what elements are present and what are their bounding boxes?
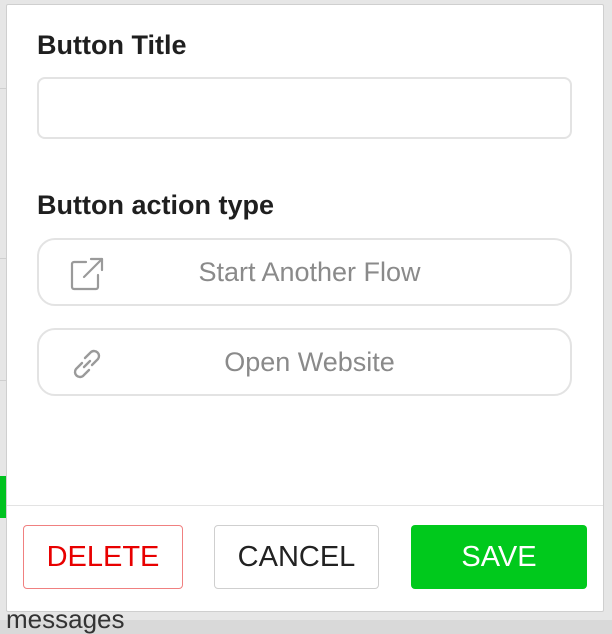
cancel-button[interactable]: CANCEL xyxy=(214,525,379,589)
delete-button[interactable]: DELETE xyxy=(23,525,183,589)
save-button[interactable]: SAVE xyxy=(411,525,587,589)
open-website-label: Open Website xyxy=(224,346,395,377)
button-title-label: Button Title xyxy=(37,30,187,60)
start-another-flow-button[interactable]: Start Another Flow xyxy=(37,238,572,306)
button-title-input[interactable] xyxy=(37,77,572,139)
button-editor-modal: Button Title Button action type Start An… xyxy=(6,4,604,612)
start-another-flow-label: Start Another Flow xyxy=(198,256,421,287)
action-type-label: Button action type xyxy=(37,190,274,220)
footer-divider xyxy=(7,505,603,506)
open-website-button[interactable]: Open Website xyxy=(37,328,572,396)
